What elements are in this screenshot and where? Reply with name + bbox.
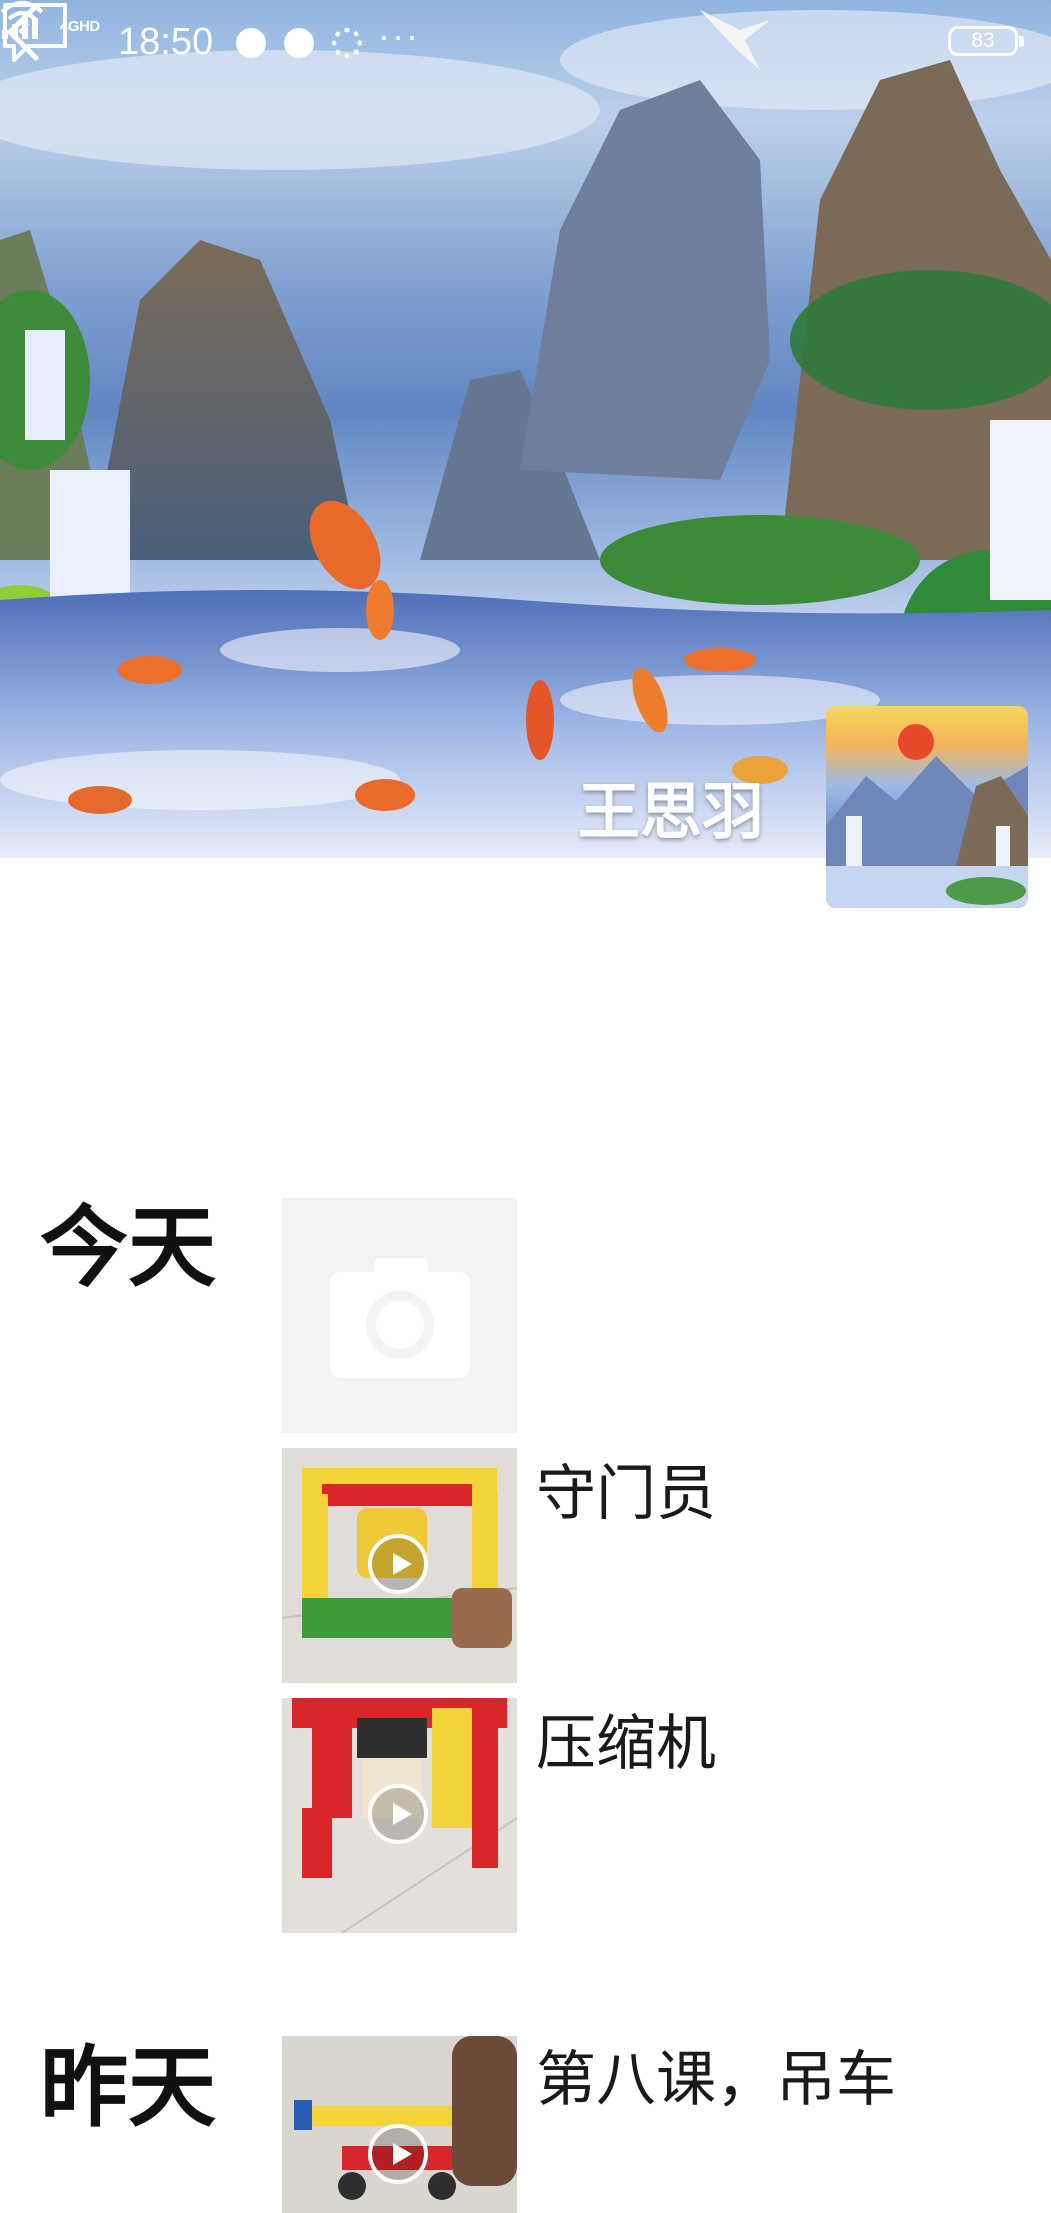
video-thumbnail[interactable] <box>282 1448 517 1683</box>
comment-button[interactable] <box>0 0 70 66</box>
message-app-icon <box>284 28 314 58</box>
camera-upload-tile[interactable] <box>282 1198 517 1433</box>
clock: 18:50 <box>118 21 214 63</box>
profile-name: 王思羽 <box>578 775 765 848</box>
compass-icon <box>236 28 266 58</box>
post-title[interactable]: 守门员 <box>536 1458 716 1530</box>
video-thumbnail[interactable] <box>282 2036 517 2213</box>
battery-indicator: 83 <box>948 26 1024 56</box>
status-bar: 4GHD 18:50 ··· 83 <box>0 0 1051 86</box>
video-thumbnail[interactable] <box>282 1698 517 1933</box>
avatar[interactable] <box>826 706 1028 908</box>
day-label-today: 今天 <box>40 1196 217 1299</box>
comment-bubble-icon <box>3 3 67 62</box>
post-title[interactable]: 第八课，吊车 <box>536 2044 896 2116</box>
avatar-landscape-image <box>826 724 1028 908</box>
more-notifications-icon: ··· <box>378 15 420 56</box>
camera-icon <box>330 1258 470 1378</box>
play-icon[interactable] <box>368 1784 428 1844</box>
play-icon[interactable] <box>368 1534 428 1594</box>
day-label-yesterday: 昨天 <box>40 2036 217 2139</box>
fan-icon <box>332 28 362 58</box>
post-title[interactable]: 压缩机 <box>536 1708 716 1780</box>
play-icon[interactable] <box>368 2124 428 2184</box>
